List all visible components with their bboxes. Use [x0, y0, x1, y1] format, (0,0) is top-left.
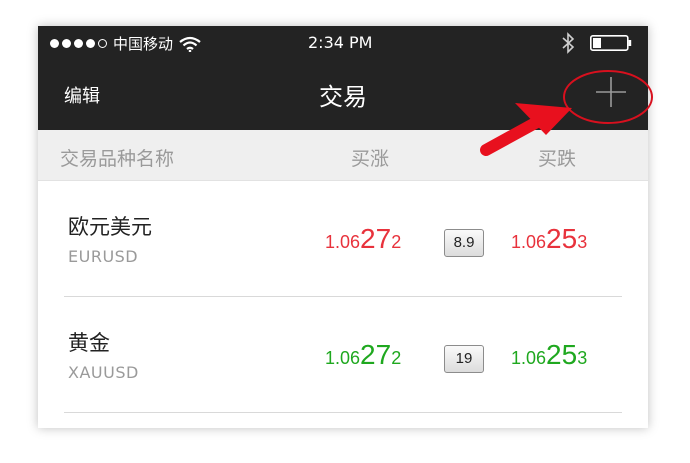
page-title: 交易 — [319, 83, 367, 111]
spread-badge: 19 — [444, 345, 484, 373]
column-header-buy: 买涨 — [351, 148, 390, 170]
sell-price[interactable]: 1.06253 — [511, 339, 587, 371]
buy-price[interactable]: 1.06272 — [325, 339, 401, 371]
column-header-name: 交易品种名称 — [60, 148, 175, 170]
symbol-code: XAUUSD — [68, 363, 139, 382]
signal-strength-icon — [50, 39, 107, 48]
status-left: 中国移动 — [50, 33, 201, 54]
bluetooth-icon — [562, 32, 575, 54]
phone-screen: 中国移动 2:34 PM 编辑 交易 交易品种名称 买涨 买跌 欧元美元 EUR… — [38, 26, 648, 428]
symbol-row-eurusd[interactable]: 欧元美元 EURUSD 1.06272 8.9 1.06253 — [38, 181, 648, 297]
spread-badge: 8.9 — [444, 229, 484, 257]
buy-price[interactable]: 1.06272 — [325, 223, 401, 255]
row-divider — [64, 412, 622, 413]
status-bar: 中国移动 2:34 PM — [38, 26, 648, 60]
carrier-name: 中国移动 — [113, 35, 174, 53]
navigation-bar: 编辑 交易 — [38, 60, 648, 130]
symbol-code: EURUSD — [68, 247, 139, 266]
wifi-icon — [179, 36, 201, 52]
column-header-sell: 买跌 — [538, 148, 577, 170]
symbol-row-xauusd[interactable]: 黄金 XAUUSD 1.06272 19 1.06253 — [38, 297, 648, 413]
symbol-name: 欧元美元 — [68, 215, 152, 239]
sell-price[interactable]: 1.06253 — [511, 223, 587, 255]
symbol-name: 黄金 — [68, 331, 110, 355]
status-time: 2:34 PM — [308, 33, 373, 52]
battery-icon — [590, 35, 632, 51]
table-header: 交易品种名称 买涨 买跌 — [38, 130, 648, 181]
add-symbol-button[interactable] — [593, 74, 629, 110]
